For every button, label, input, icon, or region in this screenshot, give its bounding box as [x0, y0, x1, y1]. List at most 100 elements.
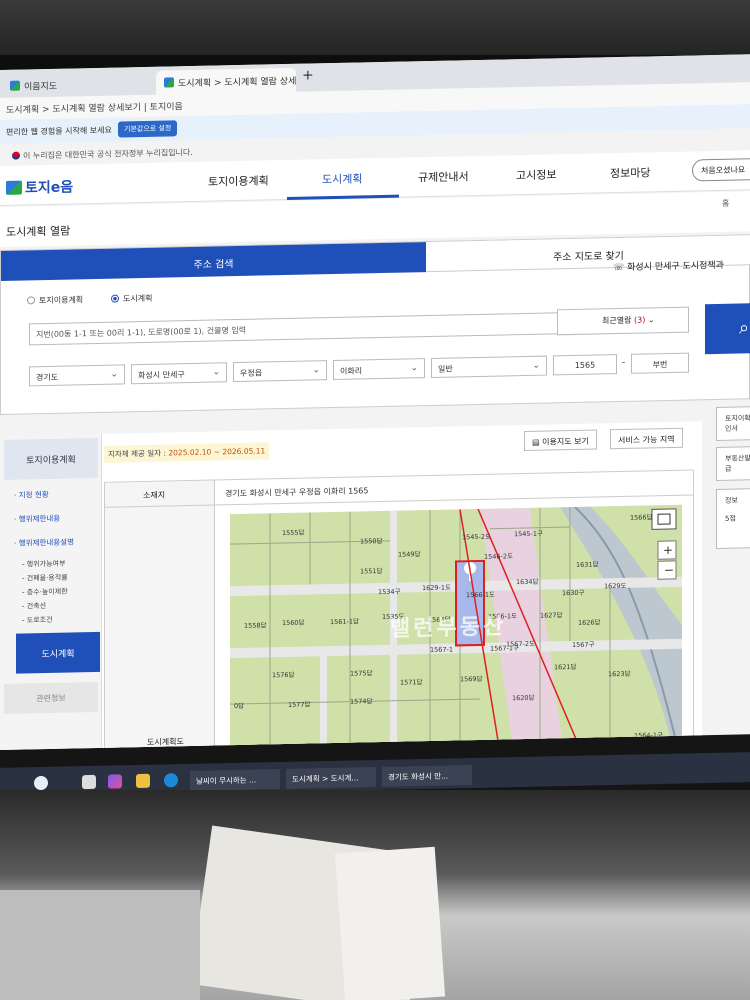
sidebar-head-land-plan[interactable]: 토지이용계획	[4, 437, 98, 480]
right-quick-menu: 토지이확인서 부동산발급 정보 5점	[716, 406, 750, 747]
quick-real-estate-issue[interactable]: 부동산발급	[716, 446, 750, 482]
infobar-text: 편리한 웹 경험을 시작해 보세요	[6, 125, 112, 137]
lot-label: 1560답	[282, 619, 305, 627]
quick-land-certificate[interactable]: 토지이확인서	[716, 406, 750, 442]
browser-tab-1[interactable]: 이음지도	[2, 71, 152, 98]
map-watermark: 밸런부동산	[390, 614, 507, 642]
city-plan-map[interactable]: 1555답 1550답 1549답 1551답 1545-2도 1545-1구 …	[230, 504, 682, 747]
lot-label: 1576답	[272, 671, 295, 679]
taskbar-window-3[interactable]: 경기도 화성시 만...	[382, 764, 472, 787]
copilot-icon[interactable]	[108, 774, 122, 789]
provision-date: 지자체 제공 일자 : 2025.02.10 ~ 2026.05.11	[104, 442, 270, 463]
lot-label: 1627답	[540, 611, 563, 619]
select-province[interactable]: 경기도 ⌄	[29, 364, 125, 387]
desk-paper-2	[334, 846, 446, 1000]
nav-info[interactable]: 정보마당	[610, 164, 650, 181]
lot-label: 1629-1도	[422, 584, 451, 593]
plus-icon: +	[663, 543, 673, 557]
left-sidebar: 토지이용계획 · 지정 현황 · 행위제한내용 · 행위제한내용설명 - 행위가…	[0, 433, 102, 751]
address-search-panel: 주소 검색 주소 지도로 찾기 토지이용계획 도시계획 ☏ 화성시 만세구 도시…	[0, 234, 750, 415]
sidebar-item-designation[interactable]: · 지정 현황	[14, 489, 49, 501]
lot-label: 1621답	[554, 663, 577, 671]
lot-label: 1555답	[282, 529, 305, 537]
phone-icon: ☏	[613, 262, 628, 274]
nav-regulation[interactable]: 규제안내서	[418, 168, 469, 185]
lot-label: 1545-1구	[514, 530, 543, 539]
policy-department[interactable]: ☏ 화성시 만세구 도시정책과	[613, 258, 724, 273]
browser-tab-2[interactable]: 도시계획 > 도시계획 열람 상세	[156, 67, 296, 95]
service-area-button[interactable]: 서비스 가능 지역	[610, 427, 683, 450]
taskbar-window-1[interactable]: 날씨이 무시하는 ...	[190, 768, 280, 791]
sidebar-subitem-allowed[interactable]: - 행위가능여부	[22, 559, 65, 570]
lot-label: 1577답	[288, 700, 311, 708]
start-icon[interactable]	[34, 775, 48, 791]
lot-label: 1566답	[630, 513, 653, 521]
task-view-icon[interactable]	[82, 774, 96, 790]
view-usage-map-button[interactable]: ▤ 이용지도 보기	[524, 429, 597, 452]
radio-land-plan[interactable]: 토지이용계획	[27, 294, 83, 306]
tab-address-search[interactable]: 주소 검색	[1, 242, 426, 281]
lot-label: 1549답	[398, 550, 421, 558]
location-value: 경기도 화성시 만세구 우정읍 이화리 1565	[225, 486, 369, 499]
lot-label: 1551답	[360, 567, 383, 575]
radio-city-plan[interactable]: 도시계획	[111, 293, 152, 305]
photo-stage: 이음지도 도시계획 > 도시계획 열람 상세 + 도시계획 > 도시계획 열람 …	[0, 0, 750, 1000]
search-button[interactable]: ⌕	[705, 303, 750, 355]
chevron-down-icon: ⌄	[212, 367, 220, 378]
lot-label: 1546-2도	[484, 552, 513, 561]
plan-table: 소재지 도시계획도 경기도 화성시 만세구 우정읍 이화리 1565 1555답…	[104, 469, 694, 751]
select-village[interactable]: 이화리 ⌄	[333, 358, 425, 381]
first-visit-button[interactable]: 처음오셨나요	[692, 157, 750, 182]
plan-content: 지자체 제공 일자 : 2025.02.10 ~ 2026.05.11 ▤ 이용…	[102, 421, 702, 751]
tab-favicon-icon	[164, 77, 174, 88]
tab-favicon-icon	[10, 80, 20, 91]
taskbar-window-2[interactable]: 도시계획 > 도시계...	[286, 766, 376, 789]
select-land-type[interactable]: 일반 ⌄	[431, 355, 547, 378]
lot-label: 1567구	[572, 641, 595, 649]
select-city[interactable]: 화성시 만세구 ⌄	[131, 362, 227, 385]
sub-number-input[interactable]: 부번	[631, 352, 689, 374]
lot-label: 1571답	[400, 678, 423, 686]
site-logo[interactable]: 토지e음	[6, 176, 73, 197]
select-town[interactable]: 우정읍 ⌄	[233, 360, 327, 383]
new-tab-icon[interactable]: +	[302, 67, 314, 83]
desk-surface	[0, 890, 200, 1000]
sidebar-subitem-building-line[interactable]: - 건축선	[22, 601, 46, 612]
recent-views-button[interactable]: 최근열람 (3) ⌄	[557, 306, 689, 336]
document-icon: ▤	[532, 437, 543, 447]
sidebar-item-related[interactable]: 관련정보	[4, 681, 98, 714]
radio-on-icon	[111, 294, 119, 303]
sidebar-subitem-coverage[interactable]: - 건폐율·용적률	[22, 573, 68, 584]
sidebar-subitem-height[interactable]: - 층수·높이제한	[22, 587, 68, 598]
quick-info[interactable]: 정보 5점	[716, 488, 750, 550]
th-location: 소재지	[143, 490, 166, 501]
home-link[interactable]: 홈	[722, 198, 729, 209]
fullscreen-icon[interactable]	[651, 508, 677, 530]
korea-flag-icon	[12, 151, 20, 160]
nav-city-plan[interactable]: 도시계획	[322, 170, 362, 187]
nav-notice[interactable]: 고시정보	[516, 166, 556, 183]
sidebar-item-restriction-desc[interactable]: · 행위제한내용설명	[14, 536, 74, 548]
minus-icon: −	[664, 563, 674, 577]
lot-label: 1550답	[360, 537, 383, 545]
chevron-down-icon: ⌄	[312, 365, 320, 376]
file-explorer-icon[interactable]	[136, 773, 150, 789]
edge-icon[interactable]	[164, 773, 178, 788]
lot-label: 1566-1도	[466, 591, 495, 600]
lot-label: 1534구	[378, 588, 401, 596]
set-default-button[interactable]: 기본값으로 설정	[118, 120, 178, 138]
main-number-input[interactable]: 1565	[553, 354, 617, 376]
chevron-down-icon: ⌄	[410, 363, 418, 374]
th-plan-map: 도시계획도	[147, 737, 184, 747]
lot-label: 1620답	[512, 694, 535, 702]
lot-label: 1623답	[608, 670, 631, 678]
lot-label: 1567-1	[430, 646, 453, 654]
table-header-column: 소재지 도시계획도	[105, 480, 215, 751]
lot-label: 1567-1구	[490, 644, 519, 653]
map-road-v2	[320, 652, 327, 745]
nav-land-plan[interactable]: 토지이용계획	[208, 172, 269, 189]
lot-label: 1626답	[578, 618, 601, 626]
sidebar-subitem-road[interactable]: - 도로조건	[22, 615, 53, 626]
sidebar-item-city-plan[interactable]: 도시계획	[16, 631, 100, 674]
sidebar-item-restriction[interactable]: · 행위제한내용	[14, 513, 60, 525]
